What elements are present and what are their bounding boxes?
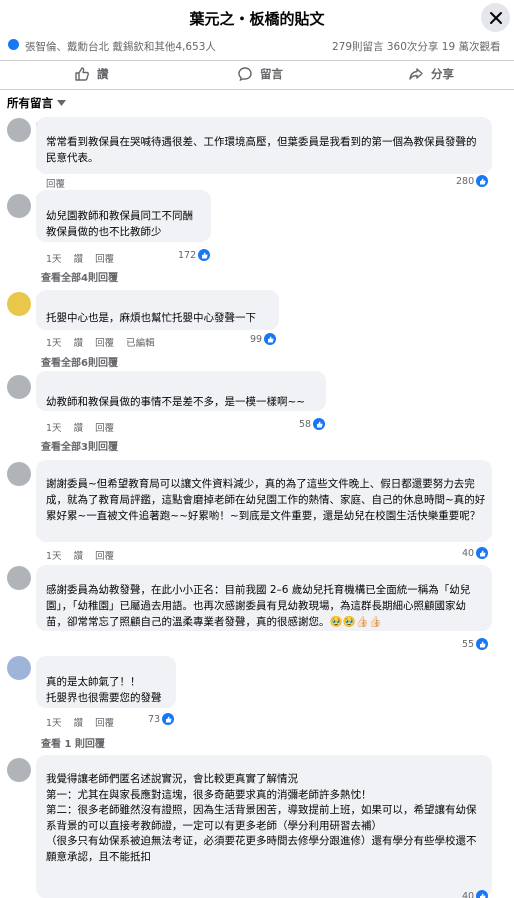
share-icon — [409, 68, 423, 80]
comment-reply-link[interactable]: 回覆 — [95, 718, 114, 729]
comment-icon — [238, 67, 252, 82]
comment-like-link[interactable]: 讚 — [74, 338, 84, 349]
comment-reply-link[interactable]: 回覆 — [95, 551, 114, 562]
like-reaction-icon — [162, 713, 175, 725]
share-button-label: 分享 — [431, 67, 454, 81]
reaction-count[interactable]: 58 — [299, 418, 326, 430]
comment-actions: 1天 讚 回覆 — [46, 420, 123, 434]
comment-text: 謝謝委員~但希望教育局可以讓文件資料減少，真的為了這些文件晚上、假日都還要努力去… — [46, 478, 486, 522]
comment-actions: 1天 讚 回覆 — [46, 251, 123, 265]
avatar[interactable] — [7, 118, 31, 142]
like-reaction-icon — [7, 38, 20, 51]
comment-time[interactable]: 1天 — [46, 338, 62, 349]
close-icon — [489, 11, 502, 24]
like-reaction-icon — [476, 175, 489, 187]
avatar[interactable] — [7, 292, 31, 316]
view-replies-link[interactable]: 查看全部4則回覆 — [41, 269, 118, 284]
comment-like-link[interactable]: 讚 — [74, 423, 84, 434]
engagement-counts[interactable]: 279則留言 360次分享 19 萬次觀看 — [332, 39, 500, 54]
comment-text: 托嬰中心也是，麻煩也幫忙托嬰中心發聲一下 — [46, 312, 256, 324]
reactors-summary[interactable]: 張智倫、戴勳台北 戴錫欽和其他4,653人 — [25, 39, 216, 54]
avatar[interactable] — [7, 194, 31, 218]
like-reaction-icon — [476, 547, 489, 559]
like-button-label: 讚 — [97, 67, 109, 81]
comment-text: 常常看到教保員在哭喊待遇很差、工作環境高壓，但葉委員是我看到的第一個為教保員發聲… — [46, 136, 477, 164]
comment-actions: 1天 讚 回覆 — [46, 548, 123, 562]
like-reaction-icon — [264, 333, 277, 345]
reaction-count[interactable]: 99 — [250, 333, 277, 345]
comment-text: 感謝委員為幼教發聲，在此小小正名：目前我國 2–6 歲幼兒托育機構已全面統一稱為… — [46, 584, 471, 628]
chevron-down-icon — [57, 100, 66, 106]
comment-actions: 1天 讚 回覆 已編輯 — [46, 335, 164, 349]
reaction-count[interactable]: 280 — [456, 175, 489, 187]
comment-actions: 1天 讚 回覆 — [46, 715, 123, 729]
dialog-title: 葉元之・板橋的貼文 — [189, 10, 325, 28]
like-reaction-icon — [313, 418, 326, 430]
comment-time[interactable]: 1天 — [46, 423, 62, 434]
action-bar: 讚 留言 分享 — [0, 60, 514, 90]
comment-reply-link[interactable]: 回覆 — [95, 254, 114, 265]
avatar[interactable] — [7, 566, 31, 590]
comment-text: 幼兒園教師和教保員同工不同酬 教保員做的也不比教師少 — [46, 210, 193, 238]
avatar[interactable] — [7, 375, 31, 399]
comment-reply-link[interactable]: 回覆 — [95, 423, 114, 434]
comment-text: 幼教師和教保員做的事情不是差不多，是一模一樣啊~~ — [46, 396, 306, 408]
comment-actions: 回覆 — [46, 176, 74, 190]
avatar[interactable] — [7, 462, 31, 486]
comment-reply-link[interactable]: 回覆 — [46, 179, 65, 190]
reaction-count[interactable]: 55 — [462, 638, 489, 650]
dialog-header: 葉元之・板橋的貼文 — [0, 0, 514, 34]
reaction-icons[interactable] — [7, 38, 27, 52]
reaction-count[interactable]: 40 — [462, 547, 489, 559]
comment-button[interactable]: 留言 — [237, 66, 283, 82]
edited-label: 已編輯 — [126, 338, 155, 349]
comment-like-link[interactable]: 讚 — [74, 254, 84, 265]
comment-like-link[interactable]: 讚 — [74, 718, 84, 729]
comment-filter-label: 所有留言 — [7, 96, 53, 110]
share-button[interactable]: 分享 — [408, 66, 454, 82]
comment-text: 我覺得讓老師們匿名述說實況，會比較更真實了解情況 第一：尤其在與家長應對這塊，很… — [46, 773, 477, 863]
like-reaction-icon — [476, 890, 489, 898]
comment-time[interactable]: 1天 — [46, 254, 62, 265]
like-button[interactable]: 讚 — [74, 66, 109, 82]
view-replies-link[interactable]: 查看全部3則回覆 — [41, 438, 118, 453]
comment-like-link[interactable]: 讚 — [74, 551, 84, 562]
comment-button-label: 留言 — [260, 67, 283, 81]
close-button[interactable] — [481, 3, 510, 32]
like-reaction-icon — [198, 249, 211, 261]
reaction-count[interactable]: 40 — [462, 890, 489, 898]
comment-reply-link[interactable]: 回覆 — [95, 338, 114, 349]
like-reaction-icon — [476, 638, 489, 650]
view-replies-link[interactable]: 查看全部6則回覆 — [41, 354, 118, 369]
reaction-count[interactable]: 172 — [178, 249, 211, 261]
avatar[interactable] — [7, 758, 31, 782]
comment-filter-dropdown[interactable]: 所有留言 — [7, 95, 66, 111]
post-stats: 張智倫、戴勳台北 戴錫欽和其他4,653人 279則留言 360次分享 19 萬… — [0, 36, 514, 56]
comment-time[interactable]: 1天 — [46, 718, 62, 729]
reaction-count[interactable]: 73 — [148, 713, 175, 725]
comment-text: 真的是太帥氣了！！ 托嬰界也很需要您的發聲 — [46, 676, 162, 704]
thumbs-up-icon — [75, 67, 89, 81]
view-replies-link[interactable]: 查看 1 則回覆 — [41, 735, 105, 750]
avatar[interactable] — [7, 656, 31, 680]
comment-time[interactable]: 1天 — [46, 551, 62, 562]
